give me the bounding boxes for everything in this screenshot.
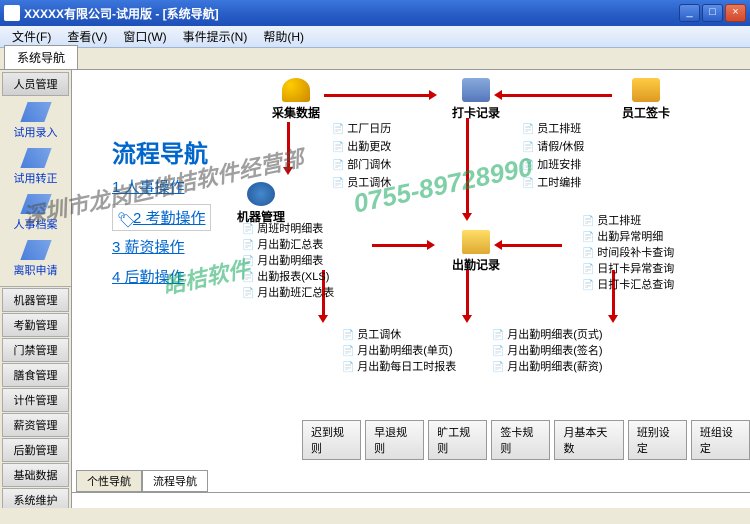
- arrow-icon: [372, 244, 432, 247]
- sidebar-btn-access[interactable]: 门禁管理: [2, 338, 69, 362]
- node-machine[interactable]: 机器管理: [237, 182, 285, 225]
- sidebar-btn-machine[interactable]: 机器管理: [2, 288, 69, 312]
- link-shift-sum[interactable]: 月出勤班汇总表: [242, 284, 334, 300]
- nav-salary[interactable]: 3 薪资操作: [112, 236, 185, 257]
- tab-bar: 系统导航: [0, 48, 750, 70]
- sidebar-btn-logistics[interactable]: 后勤管理: [2, 438, 69, 462]
- minimize-button[interactable]: _: [679, 4, 700, 22]
- rule-shift[interactable]: 班别设定: [628, 420, 687, 460]
- link-salary[interactable]: 月出勤明细表(薪资): [492, 358, 603, 374]
- rule-early[interactable]: 早退规则: [365, 420, 424, 460]
- sidebar-btn-meal[interactable]: 膳食管理: [2, 363, 69, 387]
- pencil-icon: [20, 194, 51, 214]
- sidebar-btn-salary[interactable]: 薪资管理: [2, 413, 69, 437]
- arrow-icon: [502, 94, 612, 97]
- menu-view[interactable]: 查看(V): [59, 26, 115, 47]
- tab-flow-nav[interactable]: 流程导航: [142, 470, 208, 492]
- maximize-button[interactable]: □: [702, 4, 723, 22]
- link-daily-hr[interactable]: 月出勤每日工时报表: [342, 358, 456, 374]
- nav-attendance[interactable]: 🏷2 考勤操作: [112, 204, 211, 231]
- sidebar-item-resign[interactable]: 离职申请: [0, 236, 71, 282]
- sidebar-item-trial-confirm[interactable]: 试用转正: [0, 144, 71, 190]
- pencil-icon: [20, 102, 51, 122]
- nav-title: 流程导航: [112, 134, 208, 169]
- content-area: 流程导航 1 人事操作 🏷2 考勤操作 3 薪资操作 4 后勤操作 采集数据 打…: [72, 70, 750, 508]
- menu-bar: 文件(F) 查看(V) 窗口(W) 事件提示(N) 帮助(H): [0, 26, 750, 48]
- link-page[interactable]: 月出勤明细表(页式): [492, 326, 603, 342]
- menu-window[interactable]: 窗口(W): [115, 26, 174, 47]
- sidebar-item-trial-entry[interactable]: 试用录入: [0, 98, 71, 144]
- link-leave[interactable]: 请假/休假: [522, 138, 584, 154]
- nav-logistics[interactable]: 4 后勤操作: [112, 266, 185, 287]
- link-attend-change[interactable]: 出勤更改: [332, 138, 391, 154]
- title-bar: XXXXX有限公司-试用版 - [系统导航] _ □ ×: [0, 0, 750, 26]
- window-title: XXXXX有限公司-试用版 - [系统导航]: [24, 5, 679, 22]
- close-button[interactable]: ×: [725, 4, 746, 22]
- arrow-icon: [466, 118, 469, 218]
- sidebar-header: 人员管理: [2, 72, 69, 96]
- sidebar-item-personnel[interactable]: 人事档案: [0, 190, 71, 236]
- node-attend[interactable]: 出勤记录: [452, 230, 500, 273]
- node-collect[interactable]: 采集数据: [272, 78, 320, 121]
- link-sign[interactable]: 月出勤明细表(签名): [492, 342, 603, 358]
- tab-system-nav[interactable]: 系统导航: [4, 45, 78, 69]
- link-hours[interactable]: 工时编排: [522, 174, 581, 190]
- link-supplement[interactable]: 时间段补卡查询: [582, 244, 674, 260]
- sidebar-btn-piece[interactable]: 计件管理: [2, 388, 69, 412]
- arrow-icon: [466, 270, 469, 320]
- sidebar: 人员管理 试用录入 试用转正 人事档案 离职申请 机器管理 考勤管理 门禁管理 …: [0, 70, 72, 508]
- folder-icon: [462, 230, 490, 254]
- pencil-icon: [20, 148, 51, 168]
- link-week-detail[interactable]: 周班时明细表: [242, 220, 323, 236]
- link-emp-sched[interactable]: 员工排班: [582, 212, 641, 228]
- menu-help[interactable]: 帮助(H): [255, 26, 312, 47]
- arrow-icon: [502, 244, 562, 247]
- nav-personnel[interactable]: 1 人事操作: [112, 176, 185, 197]
- gears-icon: [247, 182, 275, 206]
- link-abnormal[interactable]: 出勤异常明细: [582, 228, 663, 244]
- link-calendar[interactable]: 工厂日历: [332, 120, 391, 136]
- printer-icon: [462, 78, 490, 102]
- node-punch[interactable]: 打卡记录: [452, 78, 500, 121]
- link-month-sum[interactable]: 月出勤汇总表: [242, 236, 323, 252]
- rule-buttons: 迟到规则 早退规则 旷工规则 签卡规则 月基本天数 班别设定 班组设定: [302, 420, 750, 460]
- sidebar-btn-basic[interactable]: 基础数据: [2, 463, 69, 487]
- link-xls[interactable]: 出勤报表(XLS): [242, 268, 329, 284]
- rule-days[interactable]: 月基本天数: [554, 420, 623, 460]
- database-icon: [282, 78, 310, 102]
- sidebar-btn-attendance[interactable]: 考勤管理: [2, 313, 69, 337]
- link-emp-rest[interactable]: 员工调休: [332, 174, 391, 190]
- tag-icon: 🏷: [117, 211, 133, 227]
- rule-signcard[interactable]: 签卡规则: [491, 420, 550, 460]
- link-month-detail[interactable]: 月出勤明细表: [242, 252, 323, 268]
- link-dept-rest[interactable]: 部门调休: [332, 156, 391, 172]
- link-daily-sum[interactable]: 日打卡汇总查询: [582, 276, 674, 292]
- card-icon: [632, 78, 660, 102]
- app-icon: [4, 5, 20, 21]
- pencil-icon: [20, 240, 51, 260]
- link-schedule[interactable]: 员工排班: [522, 120, 581, 136]
- link-overtime[interactable]: 加班安排: [522, 156, 581, 172]
- link-rest2[interactable]: 员工调休: [342, 326, 401, 342]
- rule-late[interactable]: 迟到规则: [302, 420, 361, 460]
- menu-events[interactable]: 事件提示(N): [175, 26, 256, 47]
- node-sign[interactable]: 员工签卡: [622, 78, 670, 121]
- rule-team[interactable]: 班组设定: [691, 420, 750, 460]
- link-daily-abn[interactable]: 日打卡异常查询: [582, 260, 674, 276]
- link-single[interactable]: 月出勤明细表(单页): [342, 342, 453, 358]
- tab-personal-nav[interactable]: 个性导航: [76, 470, 142, 492]
- rule-absent[interactable]: 旷工规则: [428, 420, 487, 460]
- arrow-icon: [324, 94, 434, 97]
- bottom-tabs: 个性导航 流程导航: [76, 470, 208, 492]
- sidebar-btn-system[interactable]: 系统维护: [2, 488, 69, 508]
- menu-file[interactable]: 文件(F): [4, 26, 59, 47]
- bottom-panel: [72, 492, 750, 508]
- arrow-icon: [287, 122, 290, 172]
